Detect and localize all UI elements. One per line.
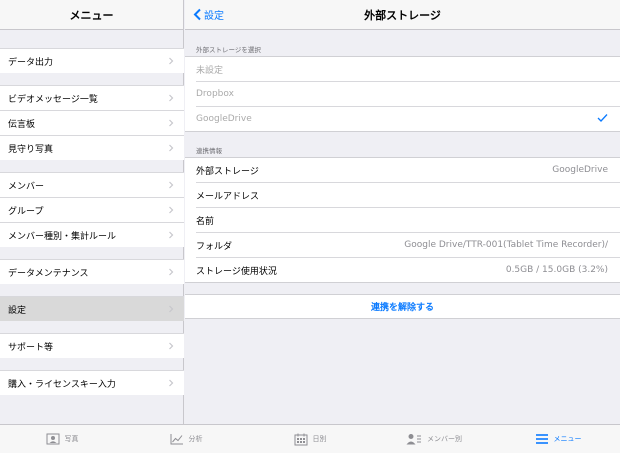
tab-label: メンバー別 [427,435,462,443]
tab-label: メニュー [553,435,582,443]
sidebar-item-label: 購入・ライセンスキー入力 [8,379,116,390]
chevron-right-icon [166,378,176,388]
chevron-right-icon [166,118,176,128]
chevron-right-icon [166,93,176,103]
tab-menu[interactable]: メニュー [496,425,620,453]
sidebar-item-label: データメンテナンス [8,268,89,279]
tab-bar: 写真 分析 日別 メンバー別 メニュー [0,424,620,453]
photo-icon [46,433,60,445]
info-label: 名前 [196,216,215,227]
storage-option-none[interactable]: 未設定 [185,56,620,81]
info-row-name: 名前 [185,207,620,232]
chevron-right-icon [166,230,176,240]
chevron-right-icon [166,143,176,153]
tab-label: 日別 [312,435,327,443]
sidebar-item-data-export[interactable]: データ出力 [0,48,184,73]
info-label: ストレージ使用状況 [196,266,277,277]
info-value: Google Drive/TTR-001(Tablet Time Recorde… [404,240,608,250]
chevron-right-icon [166,304,176,314]
page-title: 外部ストレージ [364,8,441,22]
storage-option-googledrive[interactable]: GoogleDrive [185,106,620,132]
sidebar-item-label: メンバー種別・集計ルール [8,231,117,242]
info-value: 0.5GB / 15.0GB (3.2%) [505,265,608,275]
section-heading-storage-select: 外部ストレージを選択 [196,46,261,54]
sidebar-item-watch-photos[interactable]: 見守り写真 [0,135,184,160]
storage-option-dropbox[interactable]: Dropbox [185,81,620,106]
sidebar-item-video-messages[interactable]: ビデオメッセージ一覧 [0,85,184,110]
back-button[interactable]: 設定 [193,7,224,22]
tab-daily[interactable]: 日別 [248,425,372,453]
info-row-storage: 外部ストレージ GoogleDrive [185,157,620,182]
info-value: GoogleDrive [552,165,608,175]
sidebar-item-data-maintenance[interactable]: データメンテナンス [0,259,184,284]
storage-option-label: GoogleDrive [196,114,252,124]
main-header: 設定 外部ストレージ [185,0,620,30]
sidebar-item-label: 見守り写真 [8,144,54,155]
sidebar-item-label: グループ [8,206,44,217]
sidebar-item-label: データ出力 [8,57,54,68]
sidebar-item-label: 伝言板 [8,119,36,130]
chart-icon [170,433,184,445]
sidebar-item-support[interactable]: サポート等 [0,333,184,358]
info-label: メールアドレス [196,191,260,202]
sidebar-item-purchase-license[interactable]: 購入・ライセンスキー入力 [0,370,184,395]
info-row-folder: フォルダ Google Drive/TTR-001(Tablet Time Re… [185,232,620,257]
calendar-icon [294,433,308,446]
info-row-email: メールアドレス [185,182,620,207]
section-heading-link-info: 連携情報 [196,147,222,155]
sidebar-item-groups[interactable]: グループ [0,197,184,222]
sidebar-item-settings[interactable]: 設定 [0,296,184,321]
sidebar-header: メニュー [0,0,183,30]
tab-by-member[interactable]: メンバー別 [372,425,496,453]
sidebar-item-members[interactable]: メンバー [0,172,184,197]
chevron-left-icon [193,8,201,21]
info-label: フォルダ [196,241,233,252]
chevron-right-icon [166,180,176,190]
sidebar-item-label: 設定 [8,305,27,316]
sidebar-item-label: サポート等 [8,342,54,353]
unlink-button[interactable]: 連携を解除する [185,294,620,319]
chevron-right-icon [166,56,176,66]
menu-icon [535,433,549,445]
checkmark-icon [597,113,608,126]
tab-label: 写真 [64,435,79,443]
tab-photos[interactable]: 写真 [0,425,124,453]
sidebar-title: メニュー [69,8,114,22]
sidebar-item-member-types[interactable]: メンバー種別・集計ルール [0,222,184,247]
back-label: 設定 [204,11,224,22]
chevron-right-icon [166,267,176,277]
info-label: 外部ストレージ [196,166,259,177]
storage-option-label: Dropbox [196,89,234,99]
chevron-right-icon [166,341,176,351]
chevron-right-icon [166,205,176,215]
member-icon [406,433,422,445]
info-row-storage-usage: ストレージ使用状況 0.5GB / 15.0GB (3.2%) [185,257,620,283]
tab-analysis[interactable]: 分析 [124,425,248,453]
tab-label: 分析 [188,435,203,443]
storage-option-label: 未設定 [196,65,224,76]
sidebar: メニュー データ出力 ビデオメッセージ一覧 伝言板 見守り写真 メンバー グルー… [0,0,184,424]
sidebar-item-label: メンバー [8,181,45,192]
sidebar-item-label: ビデオメッセージ一覧 [8,94,98,105]
main-panel: 設定 外部ストレージ 外部ストレージを選択 未設定 Dropbox Google… [185,0,620,424]
sidebar-item-message-board[interactable]: 伝言板 [0,110,184,135]
